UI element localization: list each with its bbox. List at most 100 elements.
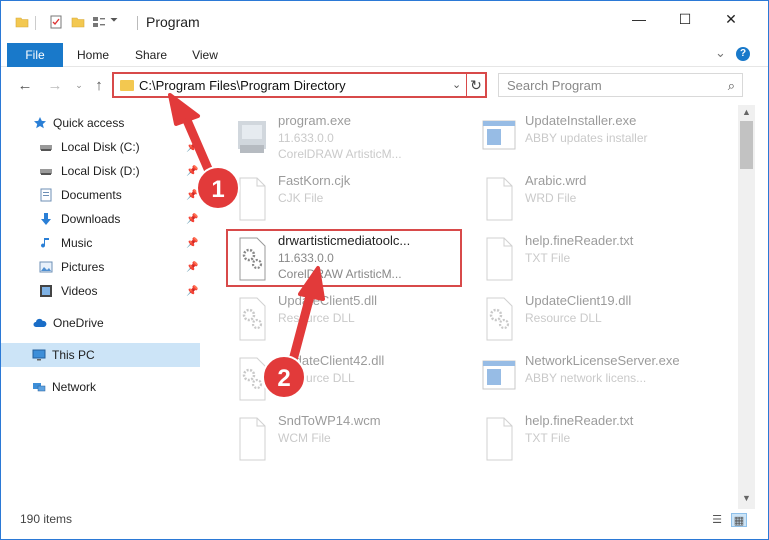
expand-ribbon-chevron-icon[interactable]: ⌄ — [715, 45, 726, 61]
nav-item-downloads[interactable]: Downloads 📌 — [1, 207, 200, 231]
refresh-icon[interactable]: ↻ — [466, 74, 485, 96]
exe-file-icon — [238, 121, 266, 153]
tab-file[interactable]: File — [7, 43, 63, 67]
pin-icon[interactable]: 📌 — [186, 190, 198, 201]
file-item[interactable]: UpdateClient5.dll Resource DLL — [228, 289, 468, 347]
scrollbar-thumb[interactable] — [740, 121, 753, 169]
nav-item-this-pc[interactable]: This PC — [1, 343, 200, 367]
file-type: TXT File — [525, 251, 571, 265]
recent-locations-chevron-icon[interactable]: ⌄ — [69, 75, 89, 95]
search-box[interactable]: ⌕ — [498, 73, 743, 97]
file-name: drwartisticmediatoolc... — [278, 233, 411, 248]
file-item[interactable]: UpdateInstaller.exe ABBY updates install… — [475, 109, 715, 167]
scroll-down-arrow-icon[interactable]: ▼ — [738, 493, 755, 505]
address-path[interactable]: C:\Program Files\Program Directory — [139, 78, 346, 93]
minimize-button[interactable]: — — [616, 1, 662, 37]
back-arrow-icon[interactable]: ← — [15, 75, 35, 95]
file-name: UpdateClient19.dll — [525, 293, 632, 308]
file-name: SndToWP14.wcm — [278, 413, 381, 428]
forward-arrow-icon[interactable]: → — [45, 75, 65, 95]
nav-label: Documents — [61, 188, 122, 202]
pin-icon[interactable]: 📌 — [186, 166, 198, 177]
installer-file-icon — [482, 360, 516, 390]
file-description: CorelDRAW ArtisticM... — [278, 147, 402, 161]
close-button[interactable]: ✕ — [708, 1, 754, 37]
nav-label: Downloads — [61, 212, 121, 226]
file-version: 11.633.0.0 — [278, 131, 334, 145]
pin-icon[interactable]: 📌 — [186, 286, 198, 297]
dll-gear-file-icon — [239, 297, 266, 341]
title-bar: ⏷ Program — ☐ ✕ — [1, 1, 768, 43]
file-item[interactable]: UpdateClient19.dll Resource DLL — [475, 289, 715, 347]
scroll-up-arrow-icon[interactable]: ▲ — [738, 107, 755, 119]
file-name: FastKorn.cjk — [278, 173, 351, 188]
customize-toolbar-chevron-icon[interactable]: ⏷ — [110, 15, 118, 26]
file-name: program.exe — [278, 113, 351, 128]
large-icons-view-icon[interactable]: ▦ — [731, 513, 747, 527]
nav-item-documents[interactable]: Documents 📌 — [1, 183, 200, 207]
file-item[interactable]: Arabic.wrd WRD File — [475, 169, 715, 227]
folder-icon[interactable] — [15, 15, 29, 29]
pin-icon[interactable]: 📌 — [186, 262, 198, 273]
nav-label: Local Disk (D:) — [61, 164, 140, 178]
nav-label: This PC — [52, 348, 95, 362]
file-name: help.fineReader.txt — [525, 413, 634, 428]
star-icon — [34, 117, 46, 129]
search-icon[interactable]: ⌕ — [728, 78, 735, 94]
new-folder-icon[interactable] — [71, 15, 85, 29]
tab-home[interactable]: Home — [71, 43, 115, 67]
nav-item-local-disk-d[interactable]: Local Disk (D:) 📌 — [1, 159, 200, 183]
title-divider — [137, 16, 138, 30]
maximize-button[interactable]: ☐ — [662, 1, 708, 37]
nav-item-videos[interactable]: Videos 📌 — [1, 279, 200, 303]
file-name: UpdateInstaller.exe — [525, 113, 637, 128]
nav-item-quick-access[interactable]: Quick access — [1, 111, 200, 135]
file-name: UpdateClient5.dll — [278, 293, 378, 308]
file-name: help.fineReader.txt — [525, 233, 634, 248]
ribbon-tabs: File Home Share View ⌄ ? — [1, 43, 768, 67]
blank-file-icon — [486, 237, 513, 281]
dll-gear-file-icon — [486, 297, 513, 341]
file-item[interactable]: program.exe 11.633.0.0 CorelDRAW Artisti… — [228, 109, 468, 167]
details-view-icon[interactable]: ☰ — [709, 513, 725, 527]
file-type: Resource DLL — [278, 371, 355, 385]
file-item-target-dll[interactable]: drwartisticmediatoolc... 11.633.0.0 Core… — [228, 229, 468, 287]
nav-item-music[interactable]: Music 📌 — [1, 231, 200, 255]
nav-label: Local Disk (C:) — [61, 140, 140, 154]
nav-item-onedrive[interactable]: OneDrive — [1, 311, 200, 335]
address-bar[interactable]: C:\Program Files\Program Directory ⌄ ↻ — [112, 72, 487, 98]
window-title: Program — [146, 14, 200, 30]
file-item[interactable]: FastKorn.cjk CJK File — [228, 169, 468, 227]
dll-gear-file-icon — [239, 237, 266, 281]
pin-icon[interactable]: 📌 — [186, 214, 198, 225]
file-name: UpdateClient42.dll — [278, 353, 385, 368]
blank-file-icon — [239, 177, 266, 221]
tab-view[interactable]: View — [185, 43, 225, 67]
nav-label: Quick access — [53, 116, 125, 130]
file-item[interactable]: help.fineReader.txt TXT File — [475, 229, 715, 287]
help-icon[interactable]: ? — [736, 47, 750, 61]
tab-share[interactable]: Share — [129, 43, 173, 67]
search-input[interactable] — [507, 77, 712, 93]
file-type: ABBY network licens... — [525, 371, 647, 385]
nav-item-local-disk-c[interactable]: Local Disk (C:) 📌 — [1, 135, 200, 159]
file-item[interactable]: NetworkLicenseServer.exe ABBY network li… — [475, 349, 715, 407]
item-count: 190 items — [20, 512, 73, 526]
file-version: 11.633.0.0 — [278, 251, 334, 265]
vertical-scrollbar[interactable]: ▲ ▼ — [738, 105, 755, 509]
pin-icon[interactable]: 📌 — [186, 238, 198, 249]
properties-icon[interactable] — [49, 15, 63, 29]
up-arrow-icon[interactable]: ↑ — [89, 75, 109, 95]
file-name: NetworkLicenseServer.exe — [525, 353, 680, 368]
installer-file-icon — [482, 120, 516, 150]
pin-icon[interactable]: 📌 — [186, 142, 198, 153]
file-item[interactable]: help.fineReader.txt TXT File — [475, 409, 715, 467]
file-type: TXT File — [525, 431, 571, 445]
file-item[interactable]: SndToWP14.wcm WCM File — [228, 409, 468, 467]
file-item[interactable]: UpdateClient42.dll Resource DLL — [228, 349, 468, 407]
nav-item-network[interactable]: Network — [1, 375, 200, 399]
view-options-icon[interactable] — [92, 15, 106, 29]
nav-item-pictures[interactable]: Pictures 📌 — [1, 255, 200, 279]
music-icon — [41, 238, 49, 248]
address-dropdown-chevron-icon[interactable]: ⌄ — [452, 78, 461, 91]
